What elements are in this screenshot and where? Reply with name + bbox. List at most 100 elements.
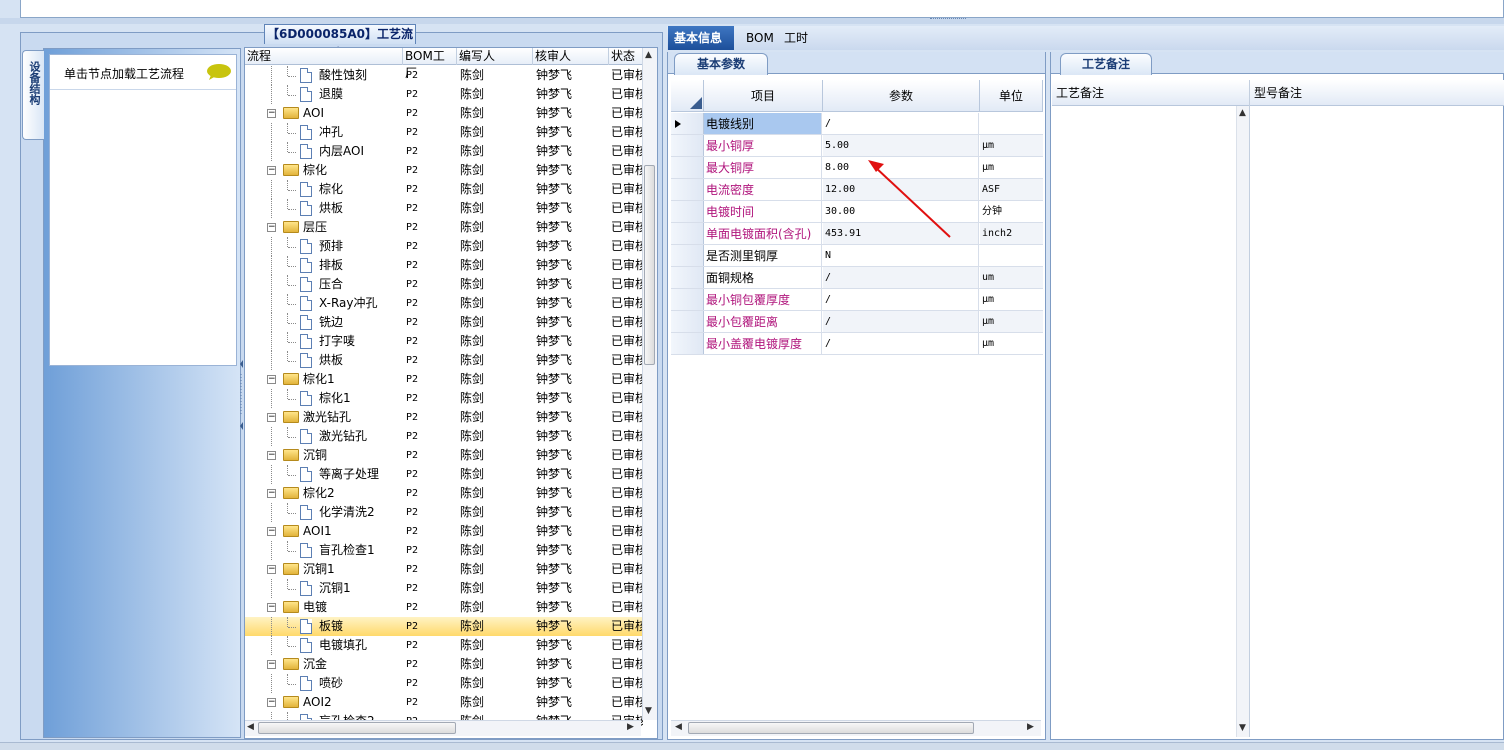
tree-row[interactable]: 棕化 P2 陈剑 钟梦飞 已审核 (245, 180, 645, 199)
tree-row[interactable]: − 层压 P2 陈剑 钟梦飞 已审核 (245, 218, 645, 237)
params-header-value[interactable]: 参数 (823, 80, 980, 112)
tree-row[interactable]: 电镀填孔 P2 陈剑 钟梦飞 已审核 (245, 636, 645, 655)
row-indicator[interactable] (671, 289, 704, 310)
top-splitter[interactable] (0, 18, 1504, 24)
collapse-icon[interactable]: − (267, 451, 276, 460)
tree-row[interactable]: − 沉金 P2 陈剑 钟梦飞 已审核 (245, 655, 645, 674)
row-indicator[interactable] (671, 223, 704, 244)
param-row[interactable]: 电镀线别 / (671, 113, 1043, 135)
collapse-icon[interactable]: − (267, 413, 276, 422)
tree-row[interactable]: − AOI2 P2 陈剑 钟梦飞 已审核 (245, 693, 645, 712)
param-row[interactable]: 最小铜包覆厚度 / μm (671, 289, 1043, 311)
row-indicator[interactable] (671, 201, 704, 222)
param-unit[interactable]: ASF (980, 179, 1043, 200)
scroll-down-icon[interactable]: ▼ (1239, 723, 1246, 733)
tree-vertical-thumb[interactable] (644, 165, 655, 365)
scroll-down-icon[interactable]: ▼ (645, 706, 652, 716)
row-indicator[interactable] (671, 135, 704, 156)
collapse-icon[interactable]: − (267, 527, 276, 536)
scroll-left-icon[interactable]: ◀ (675, 722, 682, 732)
row-indicator[interactable] (671, 311, 704, 332)
params-header-unit[interactable]: 单位 (980, 80, 1043, 112)
tree-row[interactable]: 铣边 P2 陈剑 钟梦飞 已审核 (245, 313, 645, 332)
tree-row[interactable]: − AOI1 P2 陈剑 钟梦飞 已审核 (245, 522, 645, 541)
param-unit[interactable] (980, 113, 1043, 134)
param-row[interactable]: 最小包覆距离 / μm (671, 311, 1043, 333)
row-indicator[interactable] (671, 113, 704, 134)
col-header-reviewer[interactable]: 核审人 (533, 48, 609, 65)
param-unit[interactable]: 分钟 (980, 201, 1043, 222)
param-unit[interactable]: μm (980, 289, 1043, 310)
collapse-icon[interactable]: − (267, 603, 276, 612)
param-unit[interactable]: um (980, 267, 1043, 288)
param-row[interactable]: 最小盖覆电镀厚度 / μm (671, 333, 1043, 355)
splitter-grip[interactable] (930, 18, 966, 21)
collapse-icon[interactable]: − (267, 489, 276, 498)
param-value[interactable]: / (823, 333, 979, 354)
tree-row[interactable]: 烘板 P2 陈剑 钟梦飞 已审核 (245, 199, 645, 218)
param-row[interactable]: 面铜规格 / um (671, 267, 1043, 289)
tree-row[interactable]: − 棕化2 P2 陈剑 钟梦飞 已审核 (245, 484, 645, 503)
tree-row[interactable]: 烘板 P2 陈剑 钟梦飞 已审核 (245, 351, 645, 370)
tree-row[interactable]: 化学清洗2 P2 陈剑 钟梦飞 已审核 (245, 503, 645, 522)
tree-row[interactable]: 压合 P2 陈剑 钟梦飞 已审核 (245, 275, 645, 294)
param-value[interactable]: / (823, 289, 979, 310)
tree-row[interactable]: 冲孔 P2 陈剑 钟梦飞 已审核 (245, 123, 645, 142)
param-row[interactable]: 最小铜厚 5.00 μm (671, 135, 1043, 157)
param-row[interactable]: 电镀时间 30.00 分钟 (671, 201, 1043, 223)
tree-row[interactable]: 酸性蚀刻 P2 陈剑 钟梦飞 已审核 (245, 66, 645, 85)
tab-basic-info[interactable]: 基本信息 (668, 26, 734, 50)
param-row[interactable]: 单面电镀面积(含孔) 453.91 inch2 (671, 223, 1043, 245)
tree-row[interactable]: − AOI P2 陈剑 钟梦飞 已审核 (245, 104, 645, 123)
tree-row[interactable]: − 沉铜 P2 陈剑 钟梦飞 已审核 (245, 446, 645, 465)
param-unit[interactable] (980, 245, 1043, 266)
row-indicator[interactable] (671, 267, 704, 288)
scroll-up-icon[interactable]: ▲ (1239, 108, 1246, 118)
row-indicator[interactable] (671, 157, 704, 178)
collapse-icon[interactable]: − (267, 375, 276, 384)
vertical-tab[interactable]: 设备结构 (22, 50, 44, 140)
collapse-icon[interactable]: − (267, 109, 276, 118)
param-unit[interactable]: μm (980, 333, 1043, 354)
tree-row[interactable]: 预排 P2 陈剑 钟梦飞 已审核 (245, 237, 645, 256)
params-horizontal-thumb[interactable] (688, 722, 974, 734)
remark-header-process[interactable]: 工艺备注 (1052, 80, 1248, 106)
param-unit[interactable]: μm (980, 311, 1043, 332)
tab-basic-params[interactable]: 基本参数 (674, 53, 768, 75)
collapse-icon[interactable]: − (267, 565, 276, 574)
param-value[interactable]: / (823, 267, 979, 288)
tree-row[interactable]: 盲孔检查1 P2 陈剑 钟梦飞 已审核 (245, 541, 645, 560)
collapse-icon[interactable]: − (267, 660, 276, 669)
scroll-up-icon[interactable]: ▲ (645, 50, 652, 60)
tab-work-hours[interactable]: 工时 (778, 26, 814, 50)
param-value[interactable]: / (823, 113, 979, 134)
tree-row[interactable]: 打字唛 P2 陈剑 钟梦飞 已审核 (245, 332, 645, 351)
tab-process-remark[interactable]: 工艺备注 (1060, 53, 1152, 75)
col-header-bom[interactable]: BOM工厂 (403, 48, 457, 80)
param-row[interactable]: 电流密度 12.00 ASF (671, 179, 1043, 201)
scroll-right-icon[interactable]: ▶ (627, 722, 634, 732)
tree-row[interactable]: − 电镀 P2 陈剑 钟梦飞 已审核 (245, 598, 645, 617)
remark-header-model[interactable]: 型号备注 (1250, 80, 1500, 106)
tree-row[interactable]: 沉铜1 P2 陈剑 钟梦飞 已审核 (245, 579, 645, 598)
flow-tab-title[interactable]: 【6D000085A0】工艺流程 (264, 24, 416, 60)
col-header-flow[interactable]: 流程 (245, 48, 403, 65)
param-unit[interactable]: μm (980, 135, 1043, 156)
row-indicator[interactable] (671, 179, 704, 200)
tree-row[interactable]: X-Ray冲孔 P2 陈剑 钟梦飞 已审核 (245, 294, 645, 313)
param-unit[interactable]: μm (980, 157, 1043, 178)
param-value[interactable]: N (823, 245, 979, 266)
tree-row[interactable]: 排板 P2 陈剑 钟梦飞 已审核 (245, 256, 645, 275)
collapse-icon[interactable]: − (267, 698, 276, 707)
tree-row[interactable]: − 棕化 P2 陈剑 钟梦飞 已审核 (245, 161, 645, 180)
row-indicator[interactable] (671, 245, 704, 266)
tree-vertical-scrollbar[interactable]: ▲ ▼ (642, 48, 657, 720)
tree-row[interactable]: 等离子处理 P2 陈剑 钟梦飞 已审核 (245, 465, 645, 484)
tree-row[interactable]: 退膜 P2 陈剑 钟梦飞 已审核 (245, 85, 645, 104)
collapse-icon[interactable]: − (267, 223, 276, 232)
collapse-icon[interactable]: − (267, 166, 276, 175)
tree-row[interactable]: 激光钻孔 P2 陈剑 钟梦飞 已审核 (245, 427, 645, 446)
params-header-item[interactable]: 项目 (704, 80, 823, 112)
tree-row[interactable]: 内层AOI P2 陈剑 钟梦飞 已审核 (245, 142, 645, 161)
param-row[interactable]: 是否测里铜厚 N (671, 245, 1043, 267)
